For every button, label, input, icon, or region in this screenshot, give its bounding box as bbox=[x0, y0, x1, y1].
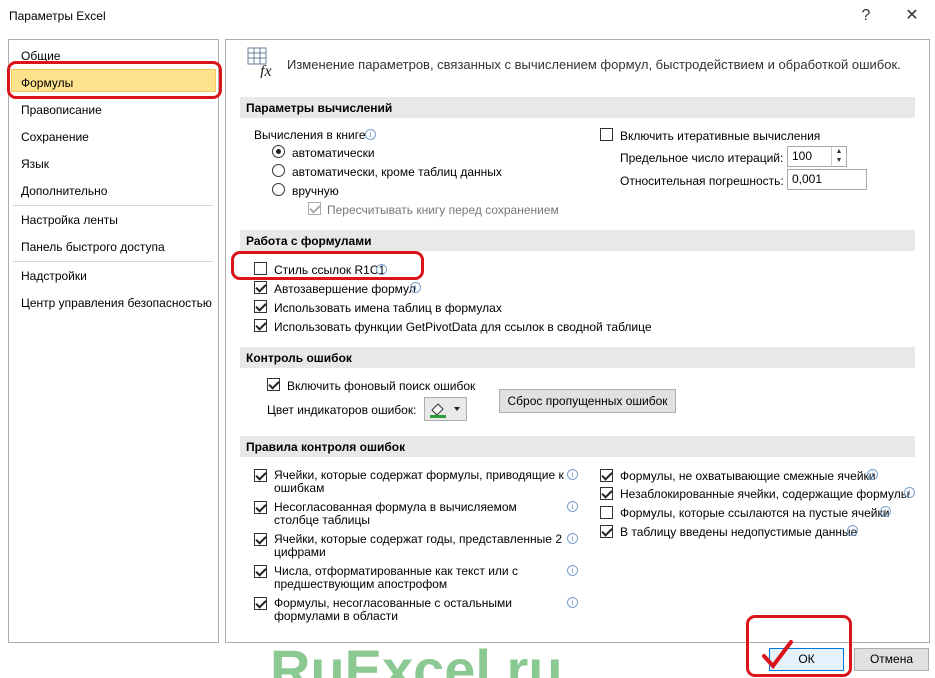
rule-checkbox[interactable] bbox=[254, 597, 267, 610]
sidebar-highlight bbox=[7, 61, 222, 99]
rule-checkbox[interactable] bbox=[600, 487, 613, 500]
error-color-label: Цвет индикаторов ошибок: bbox=[267, 403, 417, 417]
max-iterations-label: Предельное число итераций: bbox=[620, 151, 784, 165]
sidebar-divider bbox=[13, 261, 213, 262]
rule-checkbox[interactable] bbox=[254, 533, 267, 546]
sidebar-item-advanced[interactable]: Дополнительно bbox=[21, 184, 107, 198]
rule-label[interactable]: Незаблокированные ячейки, содержащие фор… bbox=[620, 487, 909, 501]
table-names-label[interactable]: Использовать имена таблиц в формулах bbox=[274, 301, 502, 315]
sidebar-divider bbox=[13, 205, 213, 206]
rule-checkbox[interactable] bbox=[600, 525, 613, 538]
info-icon: i bbox=[567, 597, 578, 608]
rule-checkbox[interactable] bbox=[254, 565, 267, 578]
table-names-checkbox[interactable] bbox=[254, 300, 267, 313]
autocomplete-label[interactable]: Автозавершение формул bbox=[274, 282, 416, 296]
info-icon: i bbox=[867, 469, 878, 480]
sidebar: Общие Формулы Правописание Сохранение Яз… bbox=[8, 39, 219, 643]
svg-text:fx: fx bbox=[260, 63, 272, 78]
window-title: Параметры Excel bbox=[9, 9, 106, 23]
getpivotdata-label[interactable]: Использовать функции GetPivotData для сс… bbox=[274, 320, 652, 334]
sidebar-item-addins[interactable]: Надстройки bbox=[21, 269, 87, 283]
rule-label[interactable]: Формулы, которые ссылаются на пустые яче… bbox=[620, 506, 889, 520]
max-change-input[interactable]: 0,001 bbox=[787, 169, 867, 190]
section-formulas: Работа с формулами bbox=[240, 230, 915, 251]
fill-color-icon bbox=[430, 403, 460, 418]
main-panel: fx Изменение параметров, связанных с выч… bbox=[225, 39, 930, 643]
radio-auto-except-label[interactable]: автоматически, кроме таблиц данных bbox=[292, 165, 502, 179]
rule-label[interactable]: Формулы, не охватывающие смежные ячейки bbox=[620, 469, 876, 483]
background-errors-checkbox[interactable] bbox=[267, 378, 280, 391]
cancel-button[interactable]: Отмена bbox=[854, 648, 929, 671]
page-header: Изменение параметров, связанных с вычисл… bbox=[287, 57, 901, 72]
max-change-label: Относительная погрешность: bbox=[620, 174, 784, 188]
info-icon: i bbox=[567, 469, 578, 480]
getpivotdata-checkbox[interactable] bbox=[254, 319, 267, 332]
rule-label[interactable]: Несогласованная формула в вычисляемом ст… bbox=[274, 501, 564, 527]
info-icon: i bbox=[567, 565, 578, 576]
error-color-picker[interactable] bbox=[424, 397, 467, 421]
sidebar-item-save[interactable]: Сохранение bbox=[21, 130, 89, 144]
spinner-icon[interactable]: ▲ ▼ bbox=[831, 147, 846, 166]
rule-label[interactable]: Ячейки, которые содержат годы, представл… bbox=[274, 533, 564, 559]
section-error-rules: Правила контроля ошибок bbox=[240, 436, 915, 457]
recalc-before-save-label: Пересчитывать книгу перед сохранением bbox=[327, 203, 559, 217]
radio-manual[interactable] bbox=[272, 183, 285, 196]
background-errors-label[interactable]: Включить фоновый поиск ошибок bbox=[287, 379, 475, 393]
rule-checkbox[interactable] bbox=[600, 469, 613, 482]
watermark: RuExcel.ru bbox=[270, 642, 563, 678]
help-button[interactable]: ? bbox=[852, 4, 880, 28]
iterative-checkbox[interactable] bbox=[600, 128, 613, 141]
radio-manual-label[interactable]: вручную bbox=[292, 184, 339, 198]
autocomplete-checkbox[interactable] bbox=[254, 281, 267, 294]
sidebar-item-proofing[interactable]: Правописание bbox=[21, 103, 102, 117]
section-error-checking: Контроль ошибок bbox=[240, 347, 915, 368]
radio-automatic[interactable] bbox=[272, 145, 285, 158]
iterative-label[interactable]: Включить итеративные вычисления bbox=[620, 129, 820, 143]
sidebar-item-ribbon[interactable]: Настройка ленты bbox=[21, 213, 118, 227]
recalc-before-save-checkbox[interactable] bbox=[308, 202, 321, 215]
reset-ignored-errors-button[interactable]: Сброс пропущенных ошибок bbox=[499, 389, 676, 413]
radio-auto-except-tables[interactable] bbox=[272, 164, 285, 177]
radio-automatic-label[interactable]: автоматически bbox=[292, 146, 375, 160]
rule-checkbox[interactable] bbox=[254, 469, 267, 482]
info-icon: i bbox=[904, 487, 915, 498]
r1c1-highlight bbox=[231, 251, 424, 280]
checkmark-icon bbox=[762, 640, 793, 670]
rule-label[interactable]: В таблицу введены недопустимые данные bbox=[620, 525, 857, 539]
sidebar-item-trust-center[interactable]: Центр управления безопасностью bbox=[21, 296, 212, 310]
info-icon: i bbox=[567, 533, 578, 544]
rule-label[interactable]: Числа, отформатированные как текст или с… bbox=[274, 565, 564, 591]
formula-fx-icon: fx bbox=[247, 47, 272, 78]
close-button[interactable]: ✕ bbox=[898, 4, 926, 28]
rule-checkbox[interactable] bbox=[600, 506, 613, 519]
rule-label[interactable]: Ячейки, которые содержат формулы, привод… bbox=[274, 469, 564, 495]
sidebar-item-qat[interactable]: Панель быстрого доступа bbox=[21, 240, 165, 254]
info-icon: i bbox=[880, 506, 891, 517]
info-icon: i bbox=[567, 501, 578, 512]
title-bar bbox=[0, 0, 935, 32]
rule-label[interactable]: Формулы, несогласованные с остальными фо… bbox=[274, 597, 564, 623]
info-icon: i bbox=[410, 282, 421, 293]
section-calculation: Параметры вычислений bbox=[240, 97, 915, 118]
info-icon: i bbox=[365, 129, 376, 140]
info-icon: i bbox=[847, 525, 858, 536]
sidebar-item-language[interactable]: Язык bbox=[21, 157, 49, 171]
calc-mode-label: Вычисления в книге bbox=[254, 128, 366, 142]
rule-checkbox[interactable] bbox=[254, 501, 267, 514]
